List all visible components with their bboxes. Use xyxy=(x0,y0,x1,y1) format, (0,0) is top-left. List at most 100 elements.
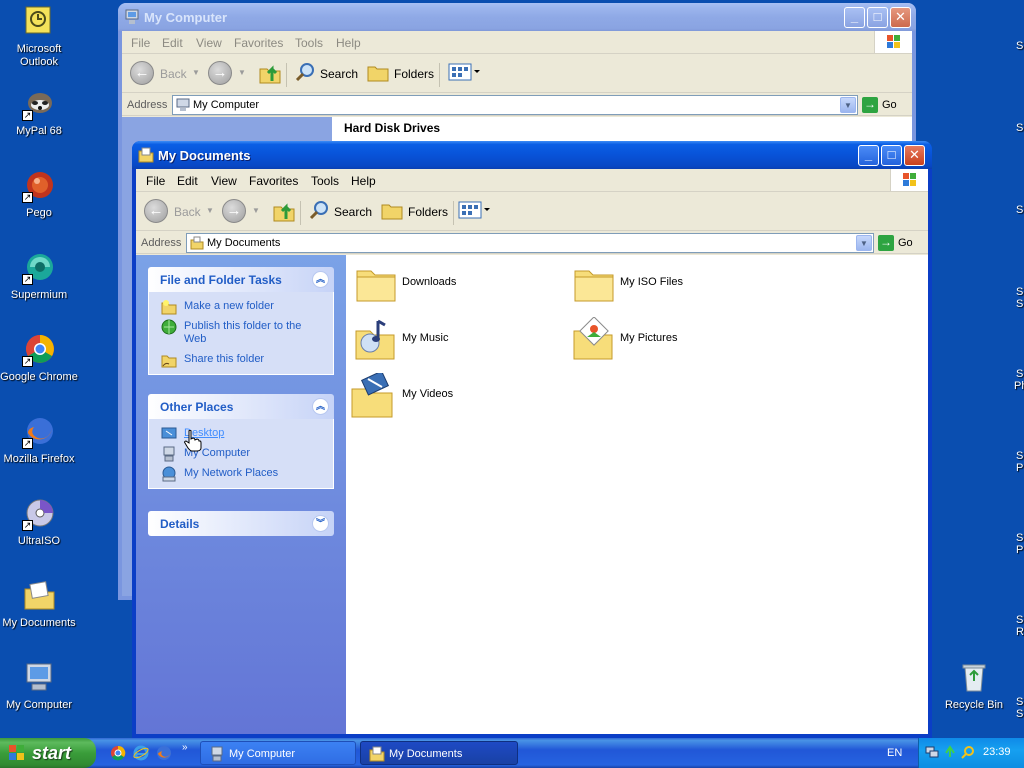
desktop-icon-firefox[interactable]: ↗ Mozilla Firefox xyxy=(0,415,78,466)
language-indicator[interactable]: EN xyxy=(887,747,902,759)
quick-launch-more-icon[interactable]: » xyxy=(182,742,188,753)
place-my-network-places[interactable]: My Network Places xyxy=(161,466,325,482)
title-bar[interactable]: My Computer _ □ ✕ xyxy=(118,3,916,31)
menu-file[interactable]: File xyxy=(131,36,150,50)
close-button[interactable]: ✕ xyxy=(904,145,925,166)
go-button[interactable]: → Go xyxy=(878,235,913,251)
menu-edit[interactable]: Edit xyxy=(162,36,183,50)
title-bar[interactable]: My Documents _ □ ✕ xyxy=(132,141,932,169)
desktop-icon-my-documents[interactable]: My Documents xyxy=(0,579,78,630)
clipped-icon-label: S xyxy=(1016,450,1024,462)
music-folder-icon xyxy=(354,317,402,365)
up-folder-button[interactable] xyxy=(272,199,296,225)
clock[interactable]: 23:39 xyxy=(983,746,1011,758)
panel-title: Details xyxy=(160,517,200,531)
desktop-icon xyxy=(161,426,177,442)
forward-arrow-icon: → xyxy=(208,61,232,85)
folder-item[interactable]: My Pictures xyxy=(572,316,782,365)
go-arrow-icon: → xyxy=(878,235,894,251)
chrome-icon[interactable] xyxy=(110,745,126,761)
window-title: My Computer xyxy=(144,10,228,25)
clipped-icon-label: S xyxy=(1016,40,1024,52)
menu-bar: File Edit View Favorites Tools Help xyxy=(122,31,912,54)
panel-header[interactable]: File and Folder Tasks ︽ xyxy=(148,267,334,292)
chevron-down-icon[interactable]: ▼ xyxy=(840,97,856,113)
maximize-button[interactable]: □ xyxy=(867,7,888,28)
clipped-icon-label: S xyxy=(1016,532,1024,544)
menu-help[interactable]: Help xyxy=(336,36,361,50)
desktop-icon-supermium[interactable]: ↗ Supermium xyxy=(0,251,78,302)
close-button[interactable]: ✕ xyxy=(890,7,911,28)
file-folder-tasks-panel: File and Folder Tasks ︽ Make a new folde… xyxy=(148,267,334,375)
panel-header[interactable]: Other Places ︽ xyxy=(148,394,334,419)
collapse-chevron-icon[interactable]: ︽ xyxy=(312,398,329,415)
network-icon[interactable] xyxy=(925,745,939,759)
search-icon xyxy=(309,201,328,220)
collapse-chevron-icon[interactable]: ︽ xyxy=(312,271,329,288)
clipped-icon-label: S xyxy=(1016,298,1024,310)
desktop-icon-recycle-bin[interactable]: Recycle Bin xyxy=(935,661,1013,712)
menu-tools[interactable]: Tools xyxy=(311,174,339,188)
folder-item[interactable]: My ISO Files xyxy=(572,261,782,309)
internet-explorer-icon[interactable] xyxy=(133,745,149,761)
window-title: My Documents xyxy=(158,148,251,163)
desktop-icon-ultraiso[interactable]: ↗ UltraISO xyxy=(0,497,78,548)
search-icon[interactable] xyxy=(961,745,975,759)
my-computer-icon xyxy=(161,446,177,462)
desktop-icon-chrome[interactable]: ↗ Google Chrome xyxy=(0,333,78,384)
pictures-folder-icon xyxy=(572,316,620,365)
menu-view[interactable]: View xyxy=(196,36,222,50)
my-computer-icon xyxy=(209,746,225,762)
expand-chevron-icon[interactable]: ︾ xyxy=(312,515,329,532)
address-field[interactable]: My Computer ▼ xyxy=(172,95,858,115)
folders-icon xyxy=(381,204,403,220)
chevron-down-icon[interactable]: ▼ xyxy=(856,235,872,251)
go-button[interactable]: → Go xyxy=(862,97,897,113)
start-button[interactable]: start xyxy=(0,738,96,768)
up-folder-button[interactable] xyxy=(258,61,282,87)
menu-file[interactable]: File xyxy=(146,174,165,188)
panel-title: File and Folder Tasks xyxy=(160,273,282,287)
task-publish-folder[interactable]: Publish this folder to the Web xyxy=(161,319,325,346)
desktop-icon-mypal[interactable]: ↗ MyPal 68 xyxy=(0,87,78,138)
folder-item[interactable]: My Music xyxy=(354,317,564,365)
my-computer-icon xyxy=(176,98,190,112)
views-icon xyxy=(448,63,480,81)
folder-name: My Videos xyxy=(402,388,454,400)
menu-help[interactable]: Help xyxy=(351,174,376,188)
folder-name: My ISO Files xyxy=(620,276,683,288)
menu-view[interactable]: View xyxy=(211,174,237,188)
address-label: Address xyxy=(127,99,168,111)
task-make-new-folder[interactable]: Make a new folder xyxy=(161,300,325,315)
taskbar-button-my-documents[interactable]: My Documents xyxy=(360,741,518,765)
recycle-icon[interactable] xyxy=(943,745,957,759)
task-share-folder[interactable]: Share this folder xyxy=(161,353,325,368)
desktop-icon-label: Microsoft Outlook xyxy=(16,43,62,68)
menu-edit[interactable]: Edit xyxy=(177,174,198,188)
firefox-icon[interactable] xyxy=(156,745,172,761)
my-documents-icon xyxy=(22,579,56,613)
shortcut-arrow-icon: ↗ xyxy=(22,520,33,531)
desktop-icon-my-computer[interactable]: My Computer xyxy=(0,661,78,712)
desktop-icon-label: Supermium xyxy=(10,289,68,301)
folder-item[interactable]: Downloads xyxy=(354,261,564,309)
my-documents-window[interactable]: My Documents _ □ ✕ File Edit View Favori… xyxy=(132,141,932,738)
taskbar-button-my-computer[interactable]: My Computer xyxy=(200,741,356,765)
window-client: File Edit View Favorites Tools Help ← Ba… xyxy=(136,169,928,734)
maximize-button[interactable]: □ xyxy=(881,145,902,166)
address-field[interactable]: My Documents ▼ xyxy=(186,233,874,253)
menu-favorites[interactable]: Favorites xyxy=(234,36,283,50)
hand-cursor-icon xyxy=(184,429,202,452)
panel-header[interactable]: Details ︾ xyxy=(148,511,334,536)
menu-favorites[interactable]: Favorites xyxy=(249,174,298,188)
desktop-icon-outlook[interactable]: Microsoft Outlook xyxy=(0,5,78,69)
chevron-down-icon: ▼ xyxy=(238,68,246,77)
toolbar-separator xyxy=(453,201,454,225)
folder-item[interactable]: My Videos xyxy=(350,370,560,421)
menu-tools[interactable]: Tools xyxy=(295,36,323,50)
minimize-button[interactable]: _ xyxy=(858,145,879,166)
desktop-icon-pego[interactable]: ↗ Pego xyxy=(0,169,78,220)
minimize-button[interactable]: _ xyxy=(844,7,865,28)
shortcut-arrow-icon: ↗ xyxy=(22,274,33,285)
clipped-icon-label: S xyxy=(1016,122,1024,134)
